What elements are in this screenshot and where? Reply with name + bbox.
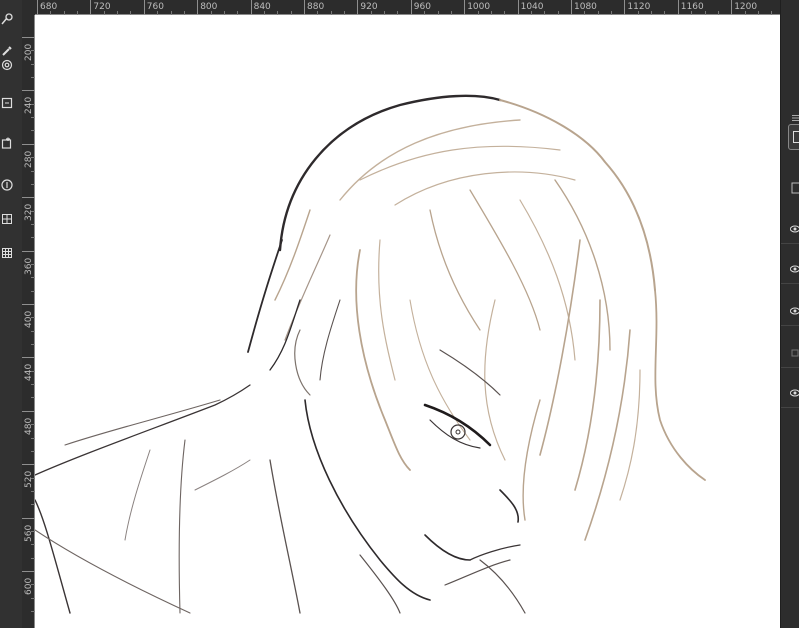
layer-thumbnail-toggle[interactable] [788, 124, 799, 150]
layer-row[interactable] [781, 286, 799, 326]
ruler-tick [37, 0, 38, 15]
ruler-tick [624, 0, 626, 15]
mouth-stroke [424, 534, 471, 561]
ruler-label: 1000 [467, 2, 491, 12]
layer-row[interactable] [781, 244, 799, 284]
line-art-sketch [35, 94, 706, 614]
eye-hidden-icon[interactable] [790, 342, 799, 361]
square-icon [793, 131, 799, 143]
ruler-tick [571, 0, 572, 15]
ruler-label: 600 [24, 577, 34, 595]
ruler-label: 920 [360, 2, 378, 12]
brush-settings-icon[interactable] [0, 12, 14, 26]
tile-grid-icon[interactable] [0, 246, 14, 260]
ruler-tick [22, 517, 35, 519]
ruler-tick [250, 0, 252, 15]
face-contour-stroke [304, 399, 431, 601]
ruler-tick [22, 250, 35, 252]
neck-stroke [269, 459, 301, 614]
layer-row[interactable] [781, 204, 799, 244]
ruler-label: 280 [24, 150, 34, 168]
ruler-tick [22, 90, 35, 92]
target-icon[interactable] [0, 58, 14, 72]
ruler-label: 400 [24, 310, 34, 328]
eye-lower-stroke [429, 419, 481, 449]
layers-panel [780, 0, 799, 628]
ruler-tick [22, 37, 35, 38]
eye-icon[interactable] [789, 300, 799, 319]
ruler-tick [731, 0, 733, 15]
ear-stroke [294, 329, 311, 396]
circle-icon[interactable] [0, 178, 14, 192]
top-ruler[interactable]: 680 720 760 800 840 880 920 960 1000 1040 1080 1120… [35, 0, 780, 15]
layer-add-icon[interactable] [0, 136, 14, 150]
shoulder-stroke [35, 384, 251, 476]
nose-stroke [499, 489, 520, 523]
ruler-tick [517, 0, 519, 15]
ruler-label: 840 [253, 2, 271, 12]
ruler-tick [357, 0, 359, 15]
brow-stroke [439, 349, 501, 396]
ruler-tick [22, 357, 35, 359]
ruler-label: 1040 [520, 2, 544, 12]
ruler-tick [22, 143, 35, 145]
drawing-canvas[interactable] [35, 15, 780, 628]
ruler-tick [22, 197, 35, 199]
ruler-tick [22, 464, 35, 466]
eyedropper-icon[interactable] [0, 44, 14, 58]
chin-stroke [469, 544, 521, 561]
ruler-tick [677, 0, 679, 15]
ruler-label: 560 [24, 524, 34, 542]
ruler-tick [22, 410, 35, 412]
ruler-label: 1160 [680, 2, 704, 12]
ruler-label: 680 [40, 2, 58, 12]
ruler-label: 1120 [627, 2, 651, 12]
ruler-tick [22, 304, 35, 305]
eye-icon[interactable] [789, 218, 799, 237]
panel-menu-icon[interactable] [792, 106, 799, 121]
eye-icon[interactable] [789, 382, 799, 401]
ruler-tick [22, 571, 35, 572]
ruler-tick [304, 0, 305, 15]
ruler-tick [143, 0, 145, 15]
ruler-corner [22, 0, 35, 15]
ruler-label: 880 [307, 2, 325, 12]
ruler-label: 200 [24, 43, 34, 61]
layer-row[interactable] [781, 328, 799, 368]
ruler-label: 960 [413, 2, 431, 12]
ruler-label: 1200 [734, 2, 758, 12]
ruler-label: 360 [24, 257, 34, 275]
eye-iris [450, 424, 466, 440]
left-toolbar [0, 0, 22, 628]
ruler-tick [90, 0, 92, 15]
hair-right-edge-stroke [654, 289, 706, 481]
ruler-label: 520 [24, 471, 34, 489]
layer-row[interactable] [781, 368, 799, 408]
ruler-label: 1080 [574, 2, 597, 12]
grid-icon[interactable] [0, 212, 14, 226]
ruler-label: 440 [24, 364, 34, 382]
ruler-tick [410, 0, 412, 15]
ruler-label: 720 [93, 2, 111, 12]
hair-outline-stroke [278, 94, 502, 252]
ruler-tick [197, 0, 199, 15]
ruler-label: 800 [200, 2, 218, 12]
ruler-label: 240 [24, 97, 34, 115]
ruler-label: 760 [146, 2, 164, 12]
left-ruler[interactable]: 200 240 280 320 360 400 440 480 520 560 600 [22, 15, 35, 628]
ruler-label: 480 [24, 417, 34, 435]
layer-options-icon[interactable] [791, 180, 799, 194]
ruler-tick [464, 0, 466, 15]
ruler-label: 320 [24, 204, 34, 222]
frame-icon[interactable] [0, 96, 14, 110]
eye-icon[interactable] [789, 258, 799, 277]
